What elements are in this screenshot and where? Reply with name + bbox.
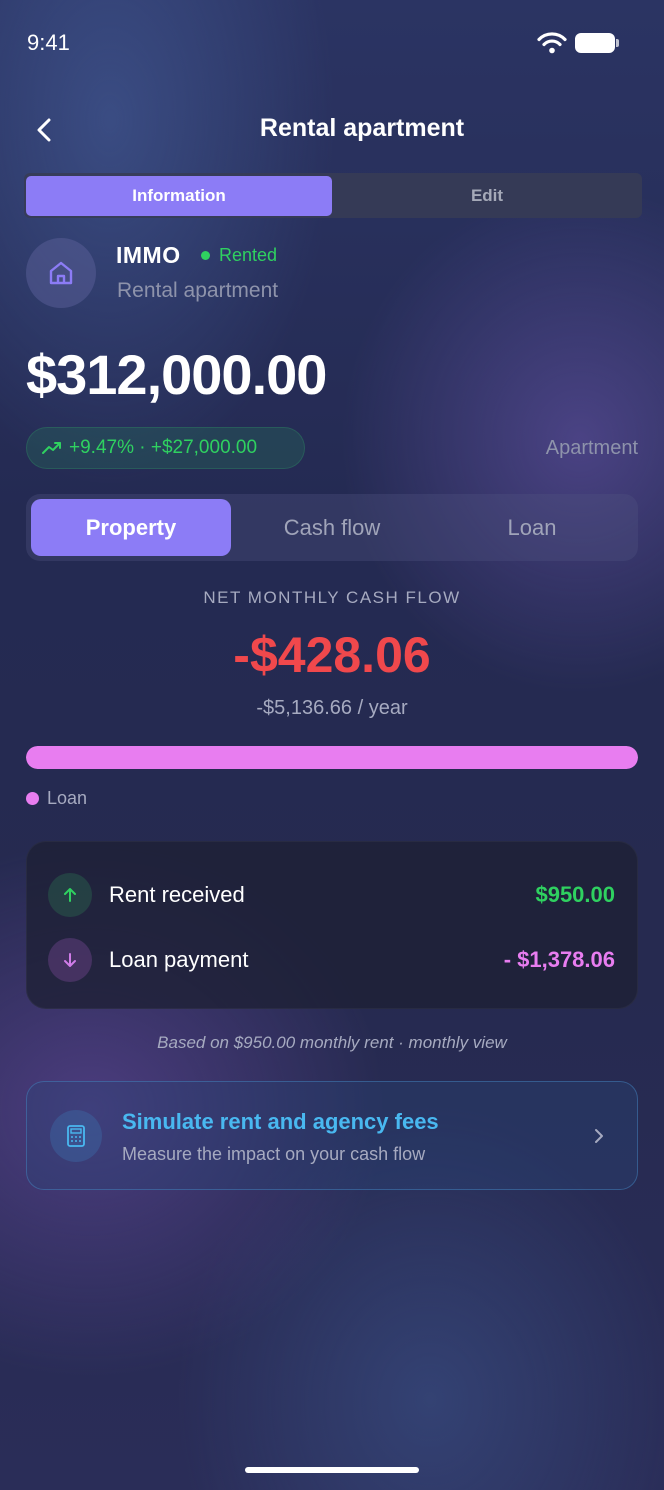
arrow-down-icon [48,938,92,982]
value-change-text: +9.47% · +$27,000.00 [69,437,258,458]
trend-up-icon [42,442,61,454]
simulate-card[interactable]: Simulate rent and agency fees Measure th… [26,1081,638,1190]
top-segmented-control: Information Edit [24,173,642,218]
rent-received-value: $950.00 [535,882,615,907]
loan-payment-label: Loan payment [109,947,249,972]
legend-dot-loan [26,792,39,805]
tab-loan[interactable]: Loan [432,499,632,556]
rent-received-label: Rent received [109,882,245,907]
calculator-icon [50,1110,102,1162]
tab-property[interactable]: Property [31,499,231,556]
cash-flow-bar-fill [26,746,638,769]
status-bar: 9:41 [0,0,664,80]
main-tabs: Property Cash flow Loan [26,494,638,561]
status-dot [201,251,210,260]
property-subtitle: Rental apartment [117,279,279,302]
arrow-up-icon [48,873,92,917]
property-value: $312,000.00 [26,343,327,406]
wifi-icon [537,32,567,54]
simulate-title: Simulate rent and agency fees [122,1109,439,1134]
property-avatar [26,238,96,308]
value-change-pill: +9.47% · +$27,000.00 [26,427,305,469]
cash-flow-bar [26,746,638,769]
status-badge: Rented [219,245,278,265]
loan-payment-value: - $1,378.06 [503,947,615,972]
home-indicator [245,1467,419,1473]
tab-information[interactable]: Information [26,176,332,216]
cash-flow-yearly: -$5,136.66 / year [256,697,408,719]
battery-icon [575,33,619,53]
tab-cash-flow[interactable]: Cash flow [232,499,432,556]
cash-flow-label: NET MONTHLY CASH FLOW [203,588,461,607]
chevron-right-icon [595,1129,603,1143]
breakdown-card: Rent received $950.00 Loan payment - $1,… [26,841,638,1009]
property-type: Apartment [545,437,638,459]
legend-label-loan: Loan [47,788,88,808]
tab-edit[interactable]: Edit [334,176,640,216]
property-name: IMMO [116,242,181,268]
footnote: Based on $950.00 monthly rent · monthly … [157,1033,507,1052]
simulate-subtitle: Measure the impact on your cash flow [122,1144,426,1164]
page-title: Rental apartment [259,114,465,142]
home-icon [49,261,73,285]
status-time: 9:41 [27,30,70,55]
cash-flow-amount: -$428.06 [233,627,431,683]
